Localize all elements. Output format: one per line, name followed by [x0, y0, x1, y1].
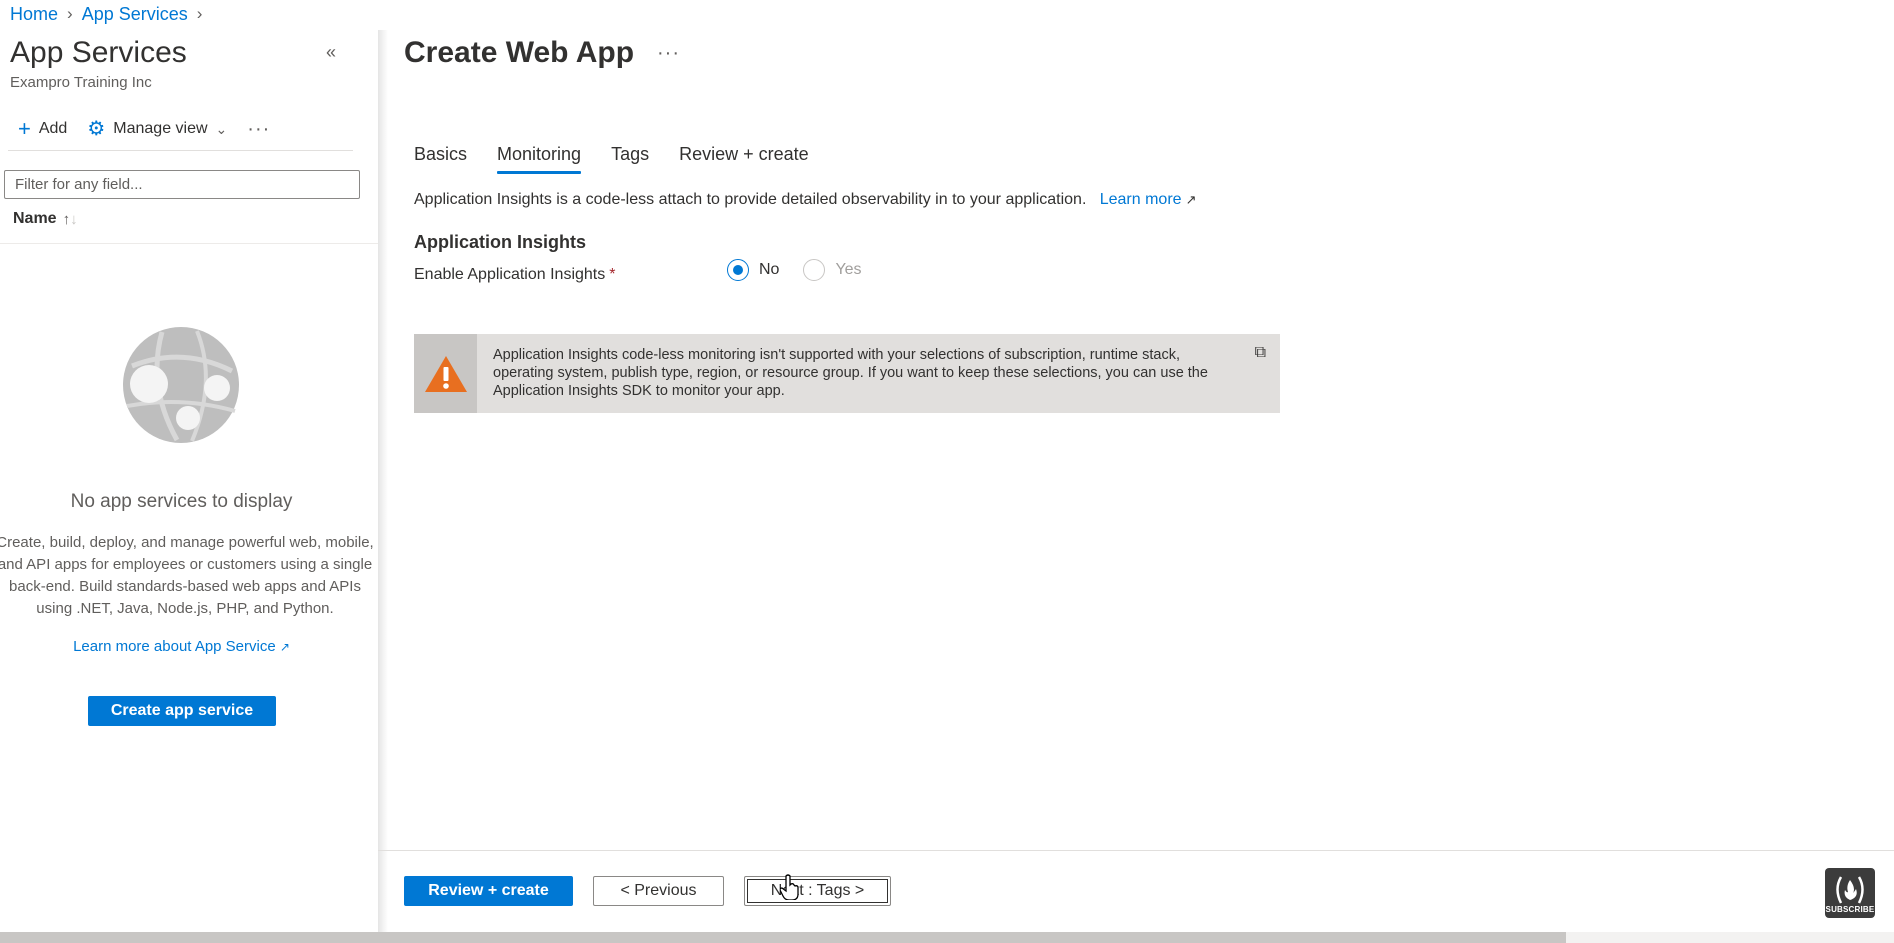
learn-more-app-service: Learn more about App Service ↗	[0, 638, 363, 655]
learn-more-app-service-label: Learn more about App Service	[73, 638, 276, 655]
tab-monitoring[interactable]: Monitoring	[497, 140, 582, 174]
manage-view-label: Manage view	[113, 120, 208, 137]
section-heading: Application Insights	[414, 232, 587, 252]
chevron-down-icon: ⌄	[215, 120, 228, 137]
required-marker: *	[609, 266, 616, 283]
gear-icon: ⚙	[87, 118, 106, 140]
empty-state-title: No app services to display	[70, 491, 293, 512]
radio-selected-icon	[727, 259, 749, 281]
warning-icon-strip	[414, 334, 477, 413]
wizard-footer: Review + create < Previous Next : Tags >	[404, 876, 891, 906]
warning-external-link[interactable]: ⧉	[1255, 344, 1266, 362]
blade-subtitle: Exampro Training Inc	[10, 74, 152, 91]
chevron-double-left-icon: «	[326, 42, 337, 62]
horizontal-scrollbar[interactable]	[0, 932, 1566, 943]
hand-cursor-icon	[780, 874, 799, 900]
tab-review-create[interactable]: Review + create	[679, 140, 809, 174]
empty-state-description: Create, build, deploy, and manage powerf…	[0, 532, 378, 620]
learn-more-link[interactable]: Learn more ↗	[1100, 191, 1197, 208]
app-services-blade	[0, 30, 378, 932]
add-label: Add	[38, 120, 68, 137]
previous-button[interactable]: < Previous	[593, 876, 724, 906]
command-divider	[8, 150, 353, 151]
external-link-icon: ⧉	[1254, 344, 1266, 361]
radio-no-label: No	[759, 261, 780, 278]
warning-triangle-icon	[424, 355, 467, 392]
header-divider	[0, 243, 378, 244]
footer-divider	[378, 850, 1894, 851]
subscribe-badge[interactable]: SUBSCRIBE	[1825, 868, 1875, 918]
breadcrumb-app-services[interactable]: App Services	[82, 4, 188, 25]
review-create-button[interactable]: Review + create	[404, 876, 573, 906]
empty-desc-line: and API apps for employees or customers …	[0, 556, 373, 573]
wizard-tabs: Basics Monitoring Tags Review + create	[414, 140, 839, 174]
column-header-label: Name	[13, 210, 57, 227]
plus-icon: +	[18, 116, 31, 141]
tab-basics[interactable]: Basics	[414, 140, 467, 174]
freecodecamp-flame-icon	[1836, 876, 1864, 904]
chevron-right-icon: ›	[196, 4, 203, 23]
radio-yes[interactable]: Yes	[803, 259, 862, 281]
app-service-globe-icon	[123, 327, 239, 443]
filter-input[interactable]	[4, 170, 360, 199]
external-link-icon: ↗	[279, 640, 290, 654]
blade-title: App Services	[10, 36, 187, 69]
add-button[interactable]: + Add	[18, 118, 67, 140]
radio-unselected-icon	[803, 259, 826, 281]
more-icon: ···	[247, 117, 271, 140]
empty-desc-line: using .NET, Java, Node.js, PHP, and Pyth…	[36, 600, 334, 617]
page-title: Create Web App	[404, 36, 635, 69]
radio-yes-label: Yes	[835, 261, 862, 278]
breadcrumb-home[interactable]: Home	[10, 4, 58, 25]
learn-more-label: Learn more	[1099, 191, 1182, 208]
portal-page: Home › App Services › App Services Examp…	[0, 0, 1894, 943]
collapse-blade-button[interactable]: «	[326, 42, 336, 63]
command-bar: + Add ⚙ Manage view ⌄ ···	[18, 116, 290, 142]
warning-text: Application Insights code-less monitorin…	[493, 347, 1208, 399]
intro-text: Application Insights is a code-less atta…	[414, 191, 1196, 209]
learn-more-app-service-link[interactable]: Learn more about App Service ↗	[73, 638, 290, 655]
enable-app-insights-radio-group: No Yes	[727, 259, 862, 281]
field-label-text: Enable Application Insights	[414, 266, 606, 283]
chevron-right-icon: ›	[67, 4, 73, 23]
sort-ascending-icon: ↑↓	[62, 210, 78, 228]
external-link-icon: ↗	[1185, 192, 1197, 207]
intro-text-body: Application Insights is a code-less atta…	[414, 191, 1087, 208]
empty-desc-line: Create, build, deploy, and manage powerf…	[0, 534, 374, 551]
create-app-service-button[interactable]: Create app service	[88, 696, 276, 726]
tab-tags[interactable]: Tags	[611, 140, 649, 174]
empty-desc-line: back-end. Build standards-based web apps…	[9, 578, 361, 595]
name-column-header[interactable]: Name ↑↓	[13, 210, 78, 228]
warning-infobox: Application Insights code-less monitorin…	[414, 334, 1280, 413]
more-options-button[interactable]: ···	[657, 42, 680, 65]
subscribe-label: SUBSCRIBE	[1825, 905, 1875, 914]
next-tags-button[interactable]: Next : Tags >	[744, 876, 891, 906]
enable-app-insights-label: Enable Application Insights *	[414, 266, 615, 284]
radio-no[interactable]: No	[727, 259, 779, 281]
more-commands-button[interactable]: ···	[247, 118, 270, 141]
more-icon: ···	[657, 42, 680, 64]
breadcrumb: Home › App Services ›	[10, 2, 211, 26]
manage-view-button[interactable]: ⚙ Manage view ⌄	[87, 119, 227, 139]
